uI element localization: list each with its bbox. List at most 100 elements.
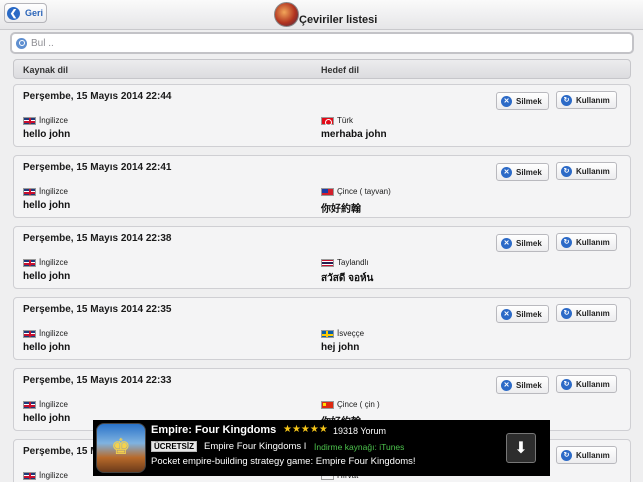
target-language-label: Taylandlı [337, 258, 369, 267]
app-logo-icon [274, 2, 299, 27]
back-button-label: Geri [25, 8, 44, 18]
use-button-label: Kullanım [576, 379, 610, 389]
source-text: hello john [23, 413, 71, 424]
target-language: Çince ( tayvan) [321, 187, 391, 196]
download-icon[interactable]: ⬇ [506, 433, 536, 463]
target-language: Taylandlı [321, 258, 369, 267]
target-text: สวัสดี จอห์น [321, 273, 374, 284]
target-language-header: Hedef dil [321, 65, 360, 75]
free-badge: ÜCRETSİZ [151, 441, 197, 452]
use-button[interactable]: ↻ Kullanım [556, 91, 617, 109]
use-button[interactable]: ↻ Kullanım [556, 375, 617, 393]
ad-banner[interactable]: Empire: Four Kingdoms ★★★★★ 19318 Yorum … [93, 420, 550, 476]
target-language: Türk [321, 116, 353, 126]
delete-button[interactable]: ✕ Silmek [496, 376, 549, 394]
translation-date: Perşembe, 15 Mayıs 2014 22:41 [23, 162, 172, 173]
target-flag-icon [321, 400, 334, 409]
translation-row[interactable]: Perşembe, 15 Mayıs 2014 22:35 İngilizce … [13, 297, 631, 360]
target-flag-icon [321, 329, 334, 338]
target-language-label: Çince ( çin ) [337, 400, 380, 409]
delete-button-label: Silmek [516, 238, 542, 248]
use-button-label: Kullanım [576, 166, 610, 176]
source-language-header: Kaynak dil [23, 65, 69, 75]
target-flag-icon [321, 258, 334, 267]
delete-button-label: Silmek [516, 309, 542, 319]
source-language-label: İngilizce [39, 329, 68, 338]
translation-date: Perşembe, 15 Mayıs 2014 22:44 [23, 91, 172, 102]
use-button[interactable]: ↻ Kullanım [556, 233, 617, 251]
source-language-label: İngilizce [39, 187, 68, 196]
source-language: İngilizce [23, 116, 68, 125]
source-language-label: İngilizce [39, 116, 68, 125]
uk-flag-icon [23, 258, 36, 267]
refresh-icon: ↻ [561, 378, 572, 390]
source-language-label: İngilizce [39, 400, 68, 409]
source-language: İngilizce [23, 471, 68, 480]
close-icon: ✕ [501, 379, 512, 391]
back-button[interactable]: ❮ Geri [4, 3, 47, 23]
use-button-label: Kullanım [576, 237, 610, 247]
uk-flag-icon [23, 116, 36, 125]
translation-row[interactable]: Perşembe, 15 Mayıs 2014 22:44 İngilizce … [13, 84, 631, 147]
target-text: merhaba john [321, 129, 387, 140]
source-language: İngilizce [23, 329, 68, 338]
refresh-icon: ↻ [561, 449, 572, 461]
ad-title: Empire: Four Kingdoms [151, 424, 277, 436]
search-bar[interactable] [10, 32, 634, 54]
refresh-icon: ↻ [561, 236, 572, 248]
translation-row[interactable]: Perşembe, 15 Mayıs 2014 22:41 İngilizce … [13, 155, 631, 218]
navigation-bar: ❮ Geri Çeviriler listesi [0, 0, 643, 30]
delete-button-label: Silmek [516, 380, 542, 390]
uk-flag-icon [23, 187, 36, 196]
target-flag-icon [321, 116, 334, 126]
target-language-label: Çince ( tayvan) [337, 187, 391, 196]
delete-button[interactable]: ✕ Silmek [496, 234, 549, 252]
delete-button[interactable]: ✕ Silmek [496, 92, 549, 110]
uk-flag-icon [23, 329, 36, 338]
ad-source: İndirme kaynağı: iTunes [314, 442, 405, 452]
source-language: İngilizce [23, 258, 68, 267]
target-text: hej john [321, 342, 360, 353]
target-language: Çince ( çin ) [321, 400, 380, 409]
search-icon [16, 37, 27, 49]
refresh-icon: ↻ [561, 94, 572, 106]
use-button[interactable]: ↻ Kullanım [556, 446, 617, 464]
use-button-label: Kullanım [576, 450, 610, 460]
use-button[interactable]: ↻ Kullanım [556, 304, 617, 322]
review-count: 19318 Yorum [333, 426, 387, 436]
uk-flag-icon [23, 400, 36, 409]
close-icon: ✕ [501, 95, 512, 107]
page-title: Çeviriler listesi [299, 14, 378, 26]
rating-stars-icon: ★★★★★ [283, 424, 328, 435]
source-language-label: İngilizce [39, 258, 68, 267]
delete-button[interactable]: ✕ Silmek [496, 163, 549, 181]
use-button-label: Kullanım [576, 308, 610, 318]
close-icon: ✕ [501, 166, 512, 178]
use-button-label: Kullanım [576, 95, 610, 105]
column-headers: Kaynak dil Hedef dil [13, 59, 631, 79]
delete-button[interactable]: ✕ Silmek [496, 305, 549, 323]
back-arrow-icon: ❮ [7, 6, 20, 20]
source-language: İngilizce [23, 400, 68, 409]
ad-tagline: Pocket empire-building strategy game: Em… [151, 456, 416, 467]
source-language: İngilizce [23, 187, 68, 196]
translation-row[interactable]: Perşembe, 15 Mayıs 2014 22:38 İngilizce … [13, 226, 631, 289]
target-language-label: Türk [337, 116, 353, 125]
source-text: hello john [23, 271, 71, 282]
target-language-label: İsveççe [337, 329, 365, 338]
delete-button-label: Silmek [516, 167, 542, 177]
translation-date: Perşembe, 15 Mayıs 2014 22:38 [23, 233, 172, 244]
refresh-icon: ↻ [561, 307, 572, 319]
source-language-label: İngilizce [39, 471, 68, 480]
use-button[interactable]: ↻ Kullanım [556, 162, 617, 180]
game-app-icon[interactable] [96, 423, 146, 473]
ad-subtitle: Empire Four Kingdoms I [204, 441, 307, 452]
refresh-icon: ↻ [561, 165, 572, 177]
translation-date: Perşembe, 15 Mayıs 2014 22:35 [23, 304, 172, 315]
translation-date: Perşembe, 15 Mayıs 2014 22:33 [23, 375, 172, 386]
close-icon: ✕ [501, 237, 512, 249]
target-language: İsveççe [321, 329, 364, 338]
search-input[interactable] [31, 37, 621, 49]
source-text: hello john [23, 129, 71, 140]
source-text: hello john [23, 342, 71, 353]
